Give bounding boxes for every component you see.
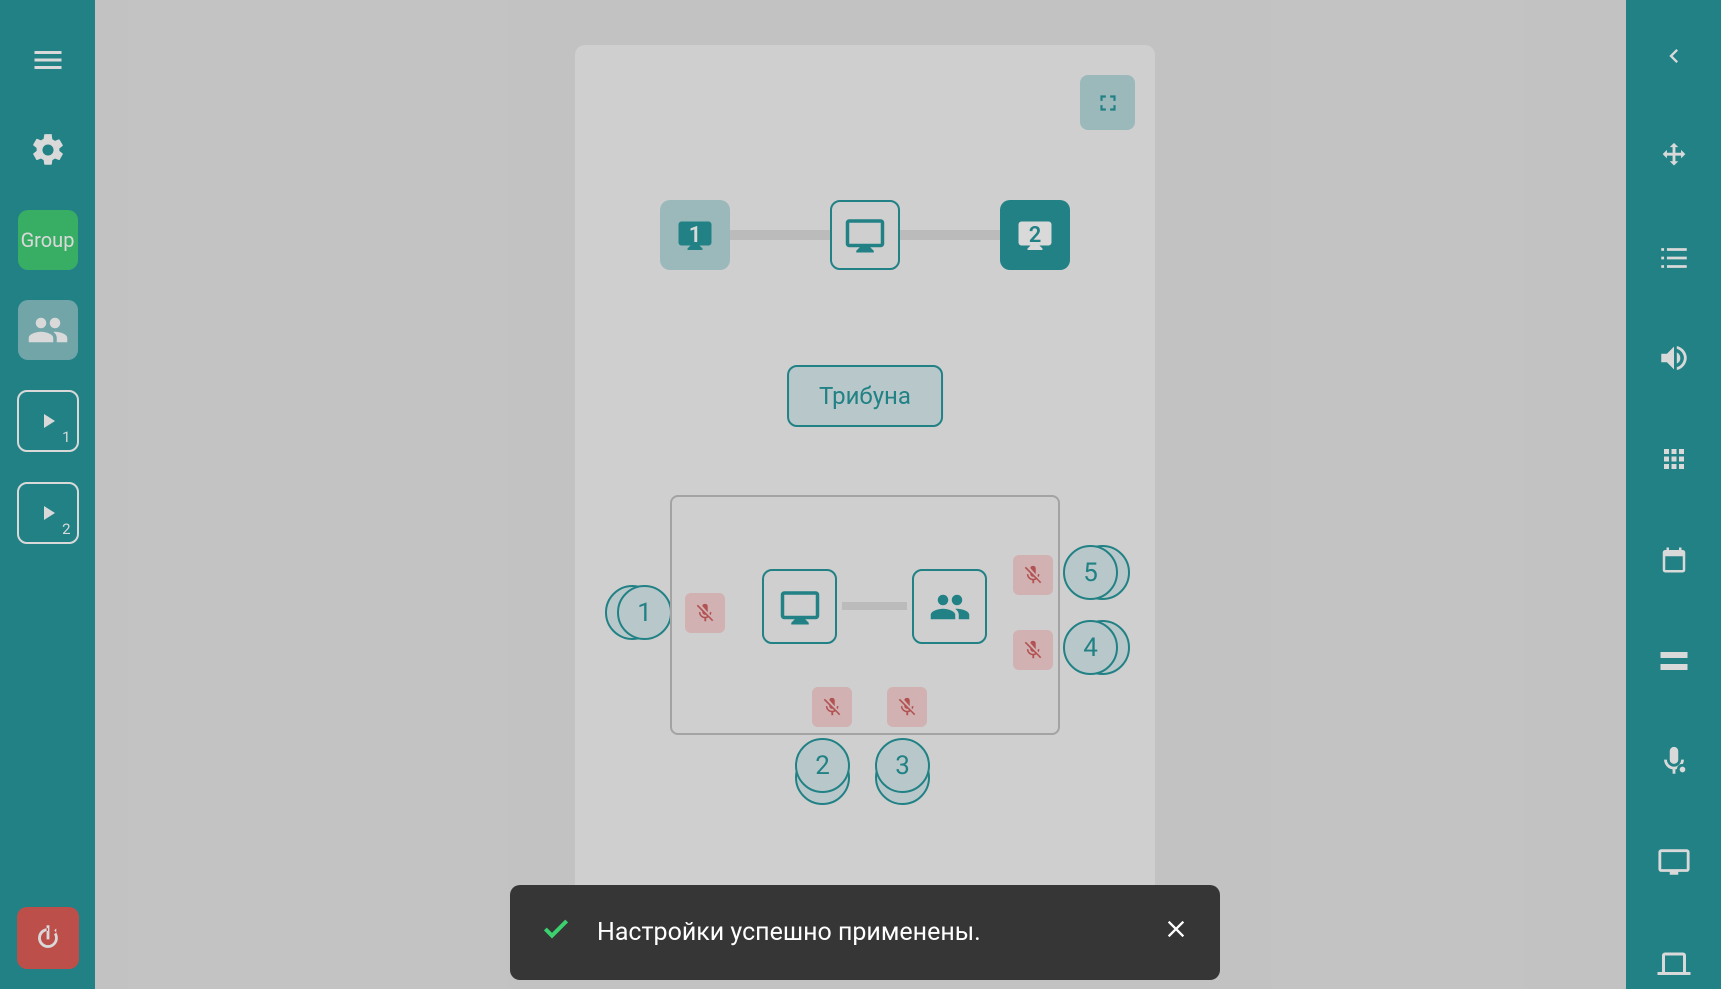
power-icon — [31, 921, 65, 955]
seat-5[interactable]: 5 — [1063, 545, 1118, 600]
hamburger-icon — [30, 42, 66, 78]
monitor-icon — [779, 586, 821, 628]
svg-text:12: 12 — [1669, 559, 1682, 572]
play-1-badge: 1 — [62, 428, 70, 446]
connector — [730, 230, 830, 240]
settings-button[interactable] — [18, 120, 78, 180]
audience-button[interactable] — [18, 300, 78, 360]
list-icon — [1657, 241, 1691, 275]
monitor-icon — [844, 214, 886, 256]
monitor-1-label: 1 — [689, 223, 702, 248]
seat-1[interactable]: 1 — [617, 585, 672, 640]
calendar-button[interactable]: 12 — [1644, 534, 1704, 587]
mic-off-icon — [1022, 639, 1044, 661]
grid-button[interactable] — [1644, 433, 1704, 486]
success-toast: Настройки успешно применены. — [510, 885, 1220, 980]
connector — [900, 230, 1000, 240]
chevron-left-icon — [1660, 42, 1688, 70]
toast-close-button[interactable] — [1162, 915, 1190, 950]
power-button[interactable] — [17, 907, 79, 969]
mic-gear-icon — [1657, 744, 1691, 778]
expand-icon — [1095, 90, 1121, 116]
monitor-2-node[interactable]: 2 — [1000, 200, 1070, 270]
seat-4[interactable]: 4 — [1063, 620, 1118, 675]
table-connector — [842, 602, 907, 610]
mic-off-icon — [896, 696, 918, 718]
mic-settings-button[interactable] — [1644, 735, 1704, 788]
play-2-button[interactable]: 2 — [17, 482, 79, 544]
room-layout-panel: 1 2 Трибуна 1 — [575, 45, 1155, 945]
move-icon — [1657, 140, 1691, 174]
close-icon — [1162, 915, 1190, 943]
tribune-button[interactable]: Трибуна — [787, 365, 943, 427]
monitor-1-node[interactable]: 1 — [660, 200, 730, 270]
right-sidebar: 12 — [1626, 0, 1721, 989]
menu-button[interactable] — [18, 30, 78, 90]
audience-icon — [27, 309, 69, 351]
mic-mute-5[interactable] — [1013, 555, 1053, 595]
laptop-button[interactable] — [1644, 936, 1704, 989]
seat-2[interactable]: 2 — [795, 738, 850, 793]
seat-5-label: 5 — [1083, 558, 1098, 588]
list-button[interactable] — [1644, 231, 1704, 284]
volume-button[interactable] — [1644, 332, 1704, 385]
seat-3-label: 3 — [895, 751, 910, 781]
grid-icon — [1659, 444, 1689, 474]
seat-4-label: 4 — [1083, 633, 1098, 663]
table-group[interactable] — [912, 569, 987, 644]
mic-mute-4[interactable] — [1013, 630, 1053, 670]
left-sidebar: Group 1 2 — [0, 0, 95, 989]
group-button[interactable]: Group — [18, 210, 78, 270]
top-monitor-row: 1 2 — [575, 200, 1155, 270]
mic-mute-3[interactable] — [887, 687, 927, 727]
group-label: Group — [21, 228, 75, 252]
screen-button[interactable] — [1644, 836, 1704, 889]
people-icon — [929, 586, 971, 628]
play-2-badge: 2 — [62, 520, 70, 538]
seat-2-label: 2 — [815, 751, 830, 781]
collapse-button[interactable] — [1644, 30, 1704, 83]
play-icon — [36, 501, 60, 525]
volume-icon — [1657, 341, 1691, 375]
mic-off-icon — [1022, 564, 1044, 586]
conference-table — [670, 495, 1060, 735]
play-1-button[interactable]: 1 — [17, 390, 79, 452]
seat-1-label: 1 — [637, 598, 652, 628]
gear-icon — [29, 131, 67, 169]
mic-off-icon — [821, 696, 843, 718]
expand-button[interactable] — [1080, 75, 1135, 130]
check-icon — [540, 913, 572, 952]
monitor-center-node[interactable] — [830, 200, 900, 270]
screen-icon — [1657, 845, 1691, 879]
mic-mute-2[interactable] — [812, 687, 852, 727]
seat-3[interactable]: 3 — [875, 738, 930, 793]
tribune-label: Трибуна — [819, 382, 911, 410]
devices-button[interactable] — [1644, 634, 1704, 687]
devices-icon — [1656, 643, 1692, 679]
monitor-2-label: 2 — [1029, 223, 1042, 248]
table-monitor[interactable] — [762, 569, 837, 644]
laptop-icon — [1656, 945, 1692, 981]
calendar-icon: 12 — [1659, 545, 1689, 575]
toast-message: Настройки успешно применены. — [597, 918, 981, 947]
play-icon — [36, 409, 60, 433]
move-tool-button[interactable] — [1644, 131, 1704, 184]
